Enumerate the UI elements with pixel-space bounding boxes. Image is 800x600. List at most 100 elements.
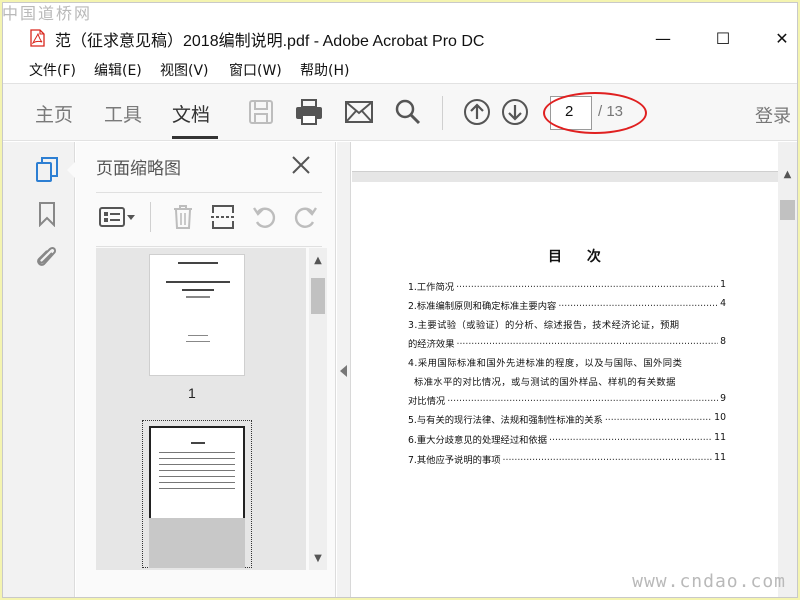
toc-entry-text: 5.与有关的现行法律、法规和强制性标准的关系 xyxy=(408,415,603,426)
menu-file[interactable]: 文件(F) xyxy=(29,60,76,80)
thumb-text-line xyxy=(182,289,214,291)
thumb-text-line xyxy=(186,341,210,342)
toc-entry[interactable]: 2.标准编制原则和确定标准主要内容 4 xyxy=(408,298,726,314)
watermark-top: 中国道桥网 xyxy=(2,4,93,23)
scrollbar-thumb[interactable] xyxy=(311,278,325,314)
thumb-text-line xyxy=(159,482,235,483)
title-bar: 范（征求意见稿）2018编制说明.pdf - Adobe Acrobat Pro… xyxy=(3,3,797,55)
toc-entry-text: 对比情况 xyxy=(408,396,446,407)
thumb-text-line xyxy=(159,464,235,465)
collapse-panel-handle[interactable] xyxy=(337,142,351,597)
panel-tool-separator xyxy=(150,202,151,232)
menu-help[interactable]: 帮助(H) xyxy=(300,60,349,80)
thumb-text-line xyxy=(188,335,208,336)
document-view: 目 次 1.工作简况 1 2.标准编制原则和确定标准主要内容 4 3.主要试验（或验… xyxy=(352,142,778,597)
tab-tools[interactable]: 工具 xyxy=(104,100,142,127)
scrollbar-thumb[interactable] xyxy=(780,200,795,220)
divider xyxy=(96,192,322,193)
toc-entry[interactable]: 的经济效果 8 xyxy=(408,336,726,352)
tab-document[interactable]: 文档 xyxy=(172,100,210,127)
thumb-text-line xyxy=(186,296,210,298)
toc-leader-dots xyxy=(456,279,718,295)
options-icon[interactable] xyxy=(98,202,138,232)
minimize-button[interactable]: — xyxy=(640,23,686,53)
collapse-arrow-icon xyxy=(340,364,347,377)
toc-entry-text[interactable]: 标准水平的对比情况，或与测试的国外样品、样机的有关数据 xyxy=(414,374,676,388)
toc-title: 目 次 xyxy=(548,249,611,265)
main-toolbar: 主页 工具 文档 2 / 13 登录 xyxy=(3,83,797,141)
document-scrollbar[interactable]: ▲ xyxy=(778,142,797,597)
toc-entry-text[interactable]: 3.主要试验（或验证）的分析、综述报告，技术经济论证，预期 xyxy=(408,317,680,331)
red-annotation-ellipse xyxy=(543,92,647,134)
thumb-text-line xyxy=(159,452,235,453)
thumb-text-line xyxy=(166,281,230,283)
thumb-text-line xyxy=(191,442,205,444)
page-thumbnail-1[interactable] xyxy=(149,254,245,376)
thumb-text-line xyxy=(159,488,235,489)
watermark-bottom: www.cndao.com xyxy=(632,571,786,592)
tab-home[interactable]: 主页 xyxy=(35,100,73,127)
page-down-icon[interactable] xyxy=(500,97,530,127)
toc-entry-page: 9 xyxy=(720,393,726,404)
scroll-up-icon[interactable]: ▲ xyxy=(778,166,797,182)
toc-entry-text: 的经济效果 xyxy=(408,339,455,350)
thumb-text-line xyxy=(159,458,235,459)
bookmark-icon[interactable] xyxy=(33,200,61,228)
maximize-button[interactable]: ☐ xyxy=(700,23,746,53)
menu-window[interactable]: 窗口(W) xyxy=(229,60,282,80)
page-up-icon[interactable] xyxy=(462,97,492,127)
toc-leader-dots xyxy=(447,393,718,409)
toc-entry-page: 4 xyxy=(720,298,726,309)
menu-bar: 文件(F) 编辑(E) 视图(V) 窗口(W) 帮助(H) xyxy=(3,55,797,83)
toc-entry[interactable]: 1.工作简况 1 xyxy=(408,279,726,295)
previous-page-edge xyxy=(352,142,778,172)
toc-entry-page: 11 xyxy=(714,452,726,463)
toc-entry-page: 1 xyxy=(720,279,726,290)
toc-entry-page: 10 xyxy=(714,412,726,423)
thumb-text-line xyxy=(178,262,218,264)
toc-leader-dots xyxy=(503,452,713,468)
toc-entry-text: 7.其他应予说明的事项 xyxy=(408,455,501,466)
toolbar-separator xyxy=(442,96,443,130)
print-icon[interactable] xyxy=(294,97,324,127)
close-button[interactable]: ✕ xyxy=(759,23,797,53)
toc-leader-dots xyxy=(558,298,718,314)
page-thumbnails-panel: 页面缩略图 1 ▲ ▼ xyxy=(76,142,336,597)
toc-entry-text[interactable]: 4.采用国际标准和国外先进标准的程度，以及与国际、国外同类 xyxy=(408,355,682,369)
attachment-icon[interactable] xyxy=(33,244,61,272)
pdf-page: 目 次 1.工作简况 1 2.标准编制原则和确定标准主要内容 4 3.主要试验（或验… xyxy=(352,182,778,597)
email-icon[interactable] xyxy=(344,97,374,127)
close-panel-icon[interactable] xyxy=(288,152,314,178)
rotate-left-icon[interactable] xyxy=(251,202,279,232)
divider xyxy=(96,246,322,247)
toc-entry[interactable]: 5.与有关的现行法律、法规和强制性标准的关系 10 xyxy=(408,412,726,428)
toc-entry-text: 2.标准编制原则和确定标准主要内容 xyxy=(408,301,557,312)
thumbnail-scrollbar[interactable]: ▲ ▼ xyxy=(309,248,327,570)
page-thumbnails-icon[interactable] xyxy=(33,156,61,184)
menu-edit[interactable]: 编辑(E) xyxy=(94,60,142,80)
toc-entry-page: 8 xyxy=(720,336,726,347)
thumbnail-list: 1 xyxy=(96,248,306,570)
toc-leader-dots xyxy=(457,336,719,352)
insert-icon[interactable] xyxy=(209,202,237,232)
active-tab-indicator xyxy=(172,136,218,139)
toc-entry[interactable]: 6.重大分歧意见的处理经过和依据 11 xyxy=(408,432,726,448)
search-icon[interactable] xyxy=(393,97,423,127)
login-link[interactable]: 登录 xyxy=(755,102,791,128)
left-navigation-rail xyxy=(3,142,76,597)
save-icon[interactable] xyxy=(246,97,276,127)
toc-entry[interactable]: 对比情况 9 xyxy=(408,393,726,409)
scroll-up-icon[interactable]: ▲ xyxy=(309,252,327,268)
thumbnail-visible-area-overlay xyxy=(149,518,245,568)
toc-entry-page: 11 xyxy=(714,432,726,443)
panel-title: 页面缩略图 xyxy=(96,159,181,179)
toc-entry[interactable]: 7.其他应予说明的事项 11 xyxy=(408,452,726,468)
toc-entry-text: 6.重大分歧意见的处理经过和依据 xyxy=(408,435,548,446)
menu-view[interactable]: 视图(V) xyxy=(160,60,209,80)
scroll-down-icon[interactable]: ▼ xyxy=(309,550,327,566)
toc-leader-dots xyxy=(549,432,712,448)
toc-leader-dots xyxy=(605,412,712,428)
toc-entry-text: 1.工作简况 xyxy=(408,282,455,293)
rotate-right-icon[interactable] xyxy=(291,202,319,232)
delete-icon[interactable] xyxy=(169,202,197,232)
